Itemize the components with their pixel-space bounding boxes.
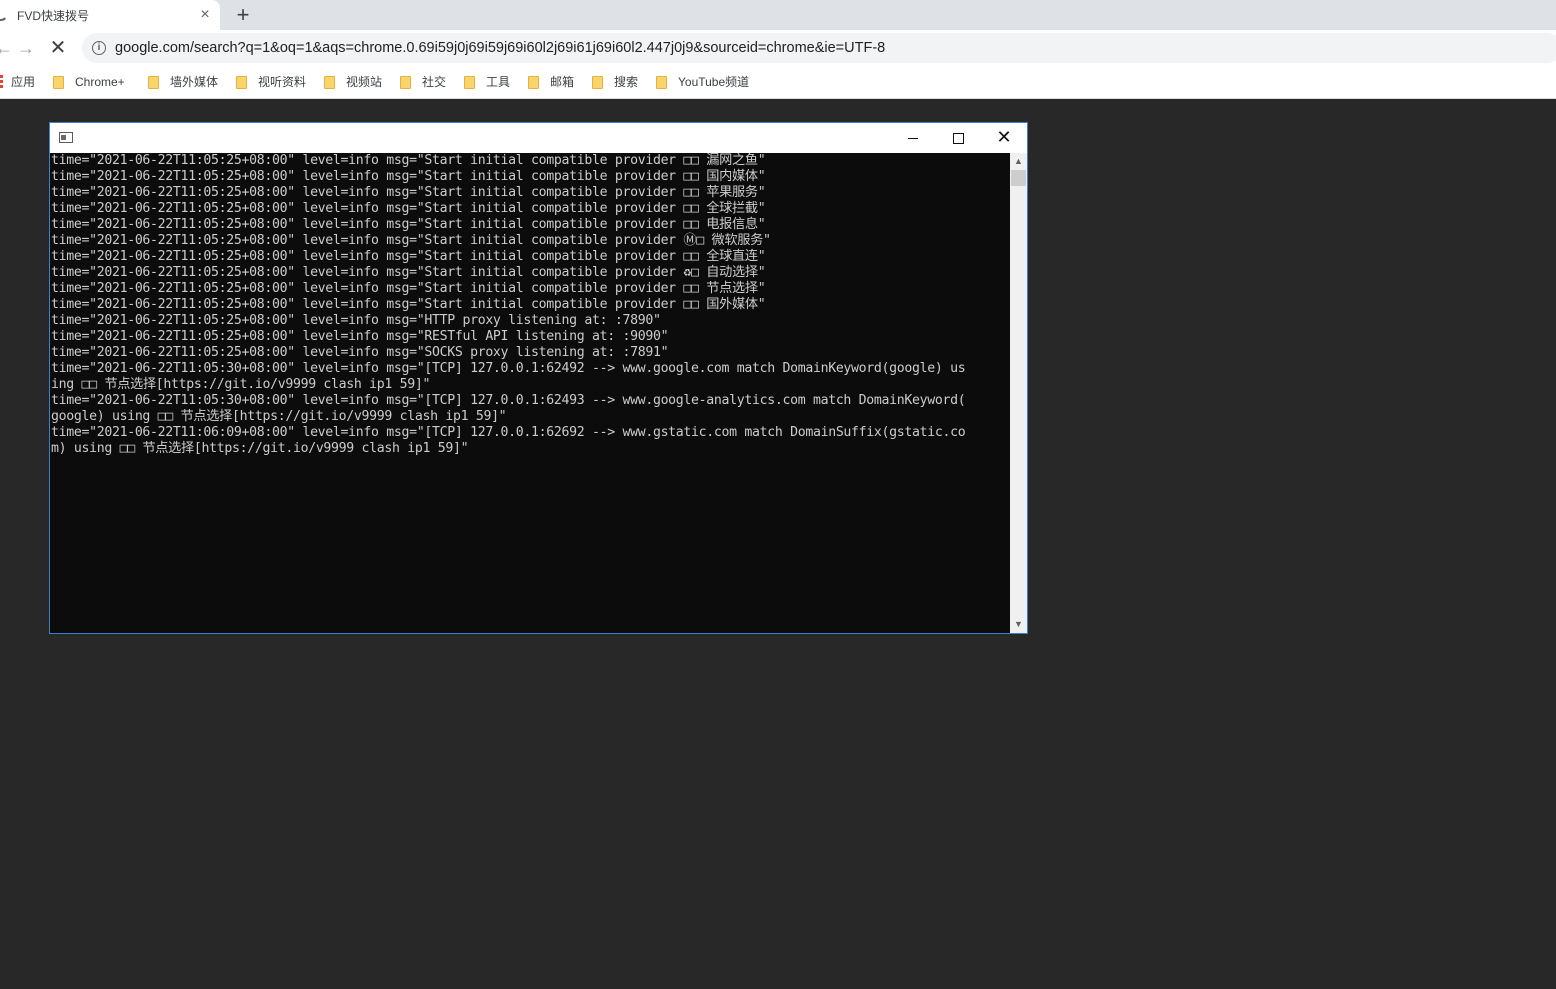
console-window: ✕ time="2021-06-22T11:05:25+08:00" level… <box>49 122 1028 634</box>
url-text[interactable]: google.com/search?q=1&oq=1&aqs=chrome.0.… <box>115 40 885 56</box>
tab-fvd-speed-dial[interactable]: FVD快速拨号 × <box>0 0 220 30</box>
apps-icon <box>0 75 3 88</box>
minimize-button[interactable] <box>890 123 936 152</box>
folder-icon <box>528 76 539 89</box>
console-line: time="2021-06-22T11:05:25+08:00" level=i… <box>51 265 766 280</box>
bookmark-tools[interactable]: 工具 <box>464 74 510 90</box>
console-line: time="2021-06-22T11:05:25+08:00" level=i… <box>51 169 766 184</box>
scroll-down-arrow-icon[interactable]: ▼ <box>1010 616 1027 633</box>
folder-icon <box>53 76 64 89</box>
console-app-icon[interactable] <box>59 132 73 143</box>
bookmark-label: 工具 <box>486 75 511 89</box>
console-line: time="2021-06-22T11:05:25+08:00" level=i… <box>51 345 669 360</box>
close-icon: ✕ <box>996 127 1012 148</box>
address-bar[interactable]: i google.com/search?q=1&oq=1&aqs=chrome.… <box>82 33 1556 63</box>
bookmark-label: 视频站 <box>346 75 383 89</box>
folder-icon <box>148 76 159 89</box>
folder-icon <box>324 76 335 89</box>
console-line: time="2021-06-22T11:05:25+08:00" level=i… <box>51 297 766 312</box>
bookmarks-bar: 应用 Chrome+ 墙外媒体 视听资料 视频站 社交 工具 邮箱 搜索 You… <box>0 66 1556 99</box>
bookmark-label: YouTube频道 <box>678 75 750 89</box>
loading-spinner-icon <box>0 7 8 21</box>
vertical-scrollbar[interactable]: ▲ ▼ <box>1010 153 1027 633</box>
stop-loading-icon[interactable]: ✕ <box>48 38 68 58</box>
console-line: m) using □□ 节点选择[https://git.io/v9999 cl… <box>51 441 469 456</box>
back-icon[interactable]: ← <box>0 38 14 58</box>
tab-strip: FVD快速拨号 × + <box>0 0 1556 30</box>
bookmark-social[interactable]: 社交 <box>400 74 446 90</box>
folder-icon <box>464 76 475 89</box>
console-line: time="2021-06-22T11:06:09+08:00" level=i… <box>51 425 966 440</box>
folder-icon <box>400 76 411 89</box>
scroll-thumb[interactable] <box>1011 170 1026 186</box>
console-line: ing □□ 节点选择[https://git.io/v9999 clash i… <box>51 377 431 392</box>
console-line: time="2021-06-22T11:05:25+08:00" level=i… <box>51 329 669 344</box>
maximize-icon <box>952 132 964 144</box>
console-line: time="2021-06-22T11:05:25+08:00" level=i… <box>51 249 766 264</box>
console-line: google) using □□ 节点选择[https://git.io/v99… <box>51 409 507 424</box>
console-line: time="2021-06-22T11:05:25+08:00" level=i… <box>51 185 766 200</box>
bookmark-label: 社交 <box>422 75 447 89</box>
console-line: time="2021-06-22T11:05:30+08:00" level=i… <box>51 393 966 408</box>
console-line: time="2021-06-22T11:05:25+08:00" level=i… <box>51 217 766 232</box>
bookmark-label: 搜索 <box>614 75 639 89</box>
maximize-button[interactable] <box>935 123 981 152</box>
bookmark-label: 邮箱 <box>550 75 575 89</box>
console-line: time="2021-06-22T11:05:25+08:00" level=i… <box>51 313 661 328</box>
browser-toolbar: ← → ✕ i google.com/search?q=1&oq=1&aqs=c… <box>0 30 1556 66</box>
console-titlebar[interactable]: ✕ <box>50 123 1027 153</box>
close-button[interactable]: ✕ <box>981 123 1027 152</box>
bookmark-label: 墙外媒体 <box>170 75 219 89</box>
bookmark-youtube-channels[interactable]: YouTube频道 <box>656 74 749 90</box>
tab-title: FVD快速拨号 <box>17 9 90 23</box>
folder-icon <box>656 76 667 89</box>
bookmark-overseas-media[interactable]: 墙外媒体 <box>148 74 218 90</box>
bookmark-label: Chrome+ <box>75 75 125 89</box>
bookmark-mail[interactable]: 邮箱 <box>528 74 574 90</box>
console-line: time="2021-06-22T11:05:25+08:00" level=i… <box>51 201 766 216</box>
minimize-icon <box>908 137 918 139</box>
bookmark-chrome-plus[interactable]: Chrome+ <box>53 74 125 90</box>
console-line: time="2021-06-22T11:05:30+08:00" level=i… <box>51 361 966 376</box>
scroll-up-arrow-icon[interactable]: ▲ <box>1010 153 1027 170</box>
bookmark-label: 视听资料 <box>258 75 307 89</box>
new-tab-button[interactable]: + <box>232 4 254 26</box>
folder-icon <box>592 76 603 89</box>
tab-close-icon[interactable]: × <box>196 6 214 24</box>
console-line: time="2021-06-22T11:05:25+08:00" level=i… <box>51 153 766 168</box>
folder-icon <box>236 76 247 89</box>
console-line: time="2021-06-22T11:05:25+08:00" level=i… <box>51 233 771 248</box>
bookmark-video-sites[interactable]: 视频站 <box>324 74 382 90</box>
bookmark-audiovisual[interactable]: 视听资料 <box>236 74 306 90</box>
forward-icon[interactable]: → <box>16 38 36 58</box>
console-output[interactable]: time="2021-06-22T11:05:25+08:00" level=i… <box>50 153 1010 633</box>
site-info-icon[interactable]: i <box>92 41 106 55</box>
bookmark-apps[interactable]: 应用 <box>0 74 35 90</box>
bookmark-search[interactable]: 搜索 <box>592 74 638 90</box>
console-line: time="2021-06-22T11:05:25+08:00" level=i… <box>51 281 766 296</box>
bookmark-label: 应用 <box>11 75 36 89</box>
